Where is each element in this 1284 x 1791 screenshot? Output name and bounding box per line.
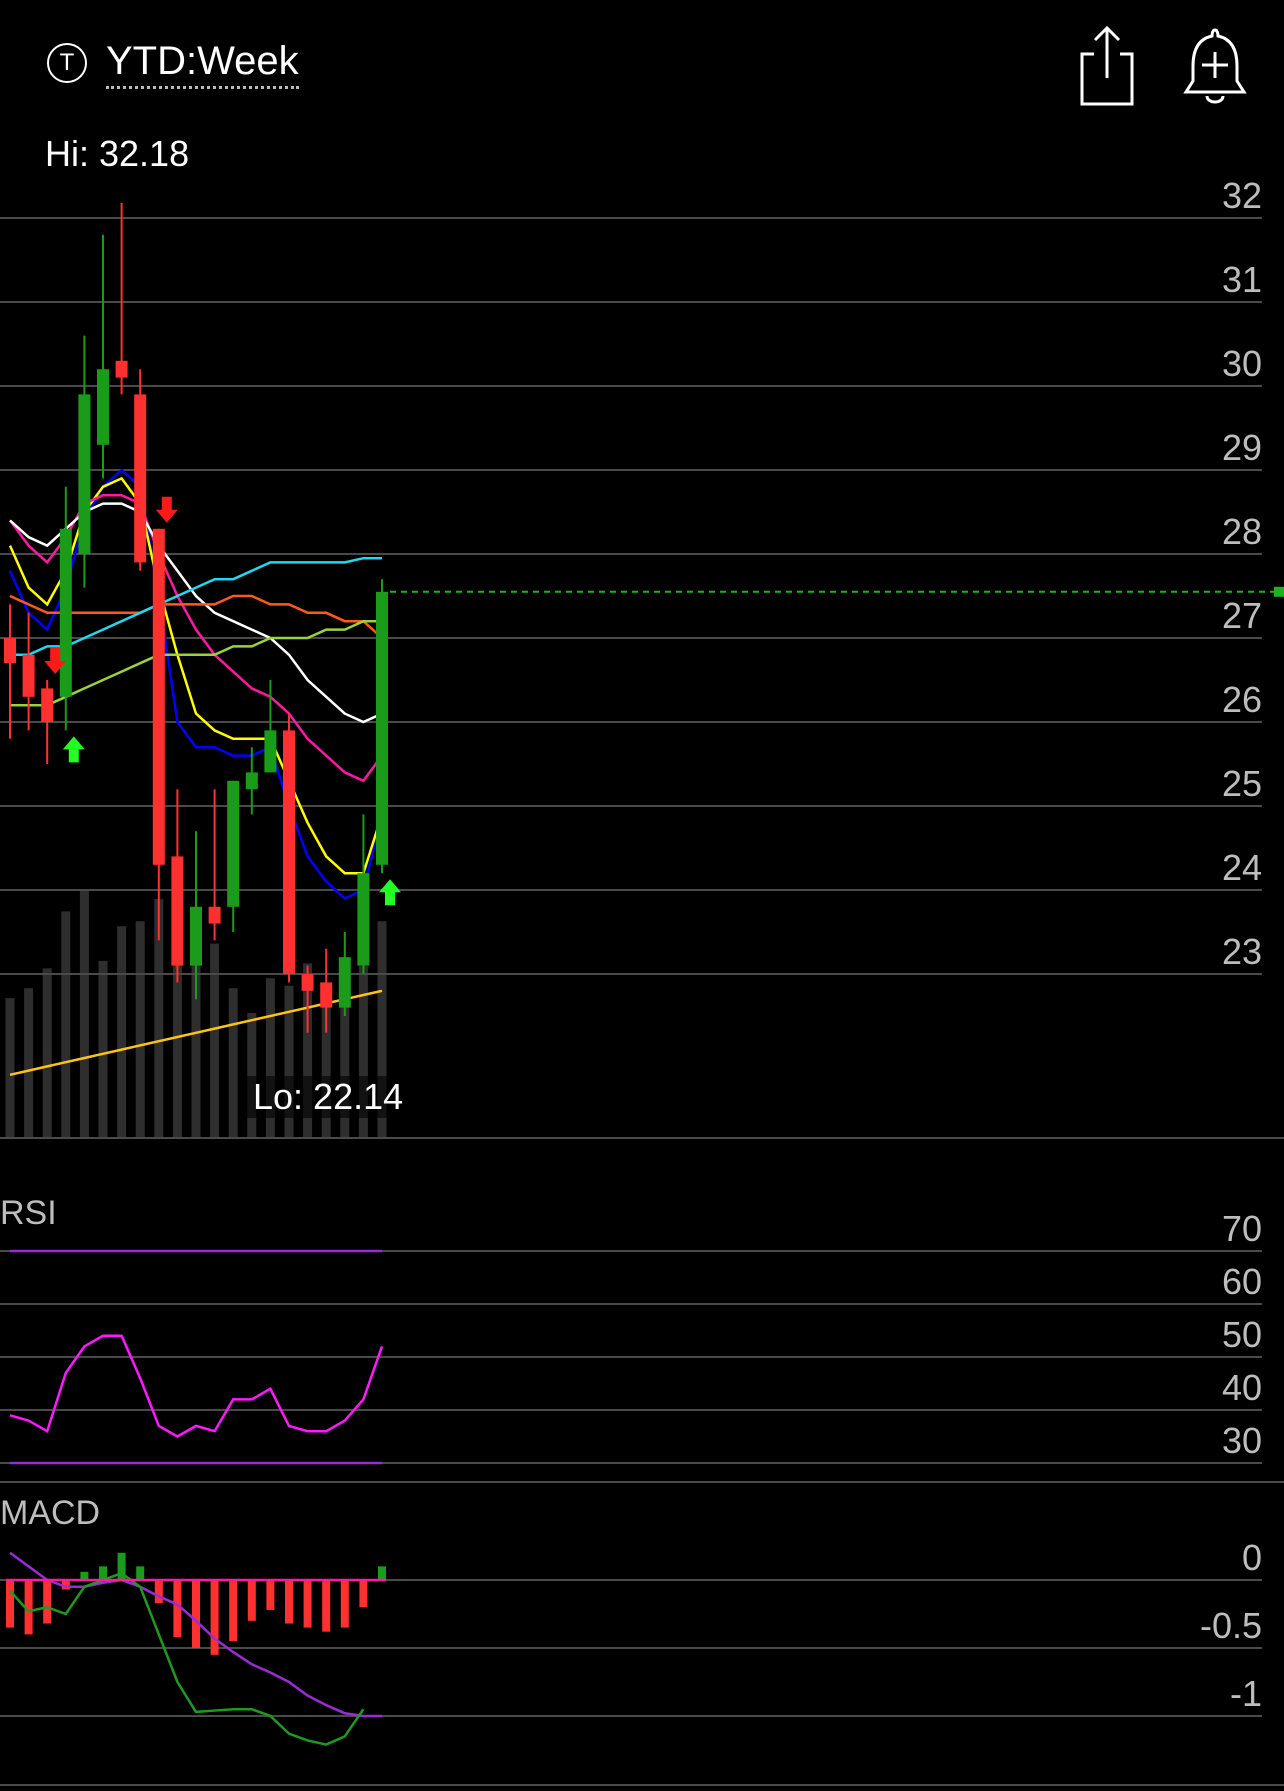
candle-body — [283, 730, 295, 974]
macd-histogram-bar — [303, 1580, 312, 1628]
macd-tick-label: 0 — [1242, 1537, 1262, 1578]
candle-body — [4, 638, 16, 664]
macd-histogram-bar — [266, 1580, 275, 1610]
candle-body — [376, 591, 388, 865]
volume-bar — [135, 921, 145, 1137]
price-chart[interactable]: 23 24 25 26 27 28 29 30 31 32 RSI 70 60 50 40 30 MACD 0 -0… — [0, 0, 1284, 1791]
candle-body — [97, 369, 109, 445]
candle-body — [338, 957, 351, 1008]
volume-bar — [61, 911, 71, 1137]
rsi-tick-label: 50 — [1222, 1314, 1262, 1355]
macd-histogram-bar — [136, 1566, 145, 1580]
macd-histogram-bar — [247, 1580, 256, 1621]
macd-tick-label: -1 — [1230, 1673, 1262, 1714]
candle-body — [134, 394, 147, 563]
price-tick-label: 30 — [1222, 343, 1262, 384]
macd-histogram-bar — [359, 1580, 368, 1608]
price-tick-label: 23 — [1222, 931, 1262, 972]
candle-body — [190, 906, 202, 966]
last-price-marker — [1274, 586, 1284, 597]
sell-signal-arrow — [155, 496, 178, 523]
volume-bar — [24, 988, 34, 1137]
candle-body — [59, 528, 72, 697]
macd-histogram-bar — [154, 1580, 163, 1604]
macd-histogram-bar — [322, 1580, 331, 1632]
macd-histogram-bar — [6, 1580, 14, 1628]
price-tick-label: 28 — [1222, 511, 1262, 552]
buy-signal-arrow — [62, 736, 85, 763]
candle-body — [152, 528, 165, 865]
macd-histogram-bar — [229, 1580, 238, 1642]
lo-label: Lo: 22.14 — [247, 1076, 410, 1118]
volume-bar — [228, 988, 238, 1137]
rsi-tick-label: 40 — [1222, 1367, 1262, 1408]
price-tick-label: 29 — [1222, 427, 1262, 468]
macd-histogram-bar — [340, 1580, 349, 1628]
volume-bar — [79, 889, 89, 1137]
candle-body — [227, 780, 240, 907]
macd-histogram-bar — [192, 1580, 200, 1648]
candle-body — [22, 654, 35, 697]
rsi-label: RSI — [0, 1194, 57, 1232]
buy-signal-arrow — [379, 879, 401, 906]
volume-bar — [247, 1013, 257, 1137]
candle-body — [357, 873, 370, 966]
volume-bar — [5, 998, 15, 1137]
rsi-line — [9, 1334, 384, 1438]
volume-bar — [210, 943, 220, 1137]
candle-body — [78, 394, 91, 554]
candle-body — [208, 906, 221, 924]
rsi-tick-label: 70 — [1222, 1208, 1262, 1249]
candle-body — [320, 982, 333, 1008]
price-tick-label: 31 — [1222, 259, 1262, 300]
price-tick-label: 26 — [1222, 679, 1262, 720]
macd-histogram-bar — [378, 1566, 386, 1580]
volume-bar — [98, 960, 108, 1137]
macd-histogram-bar — [210, 1580, 219, 1655]
macd-tick-label: -0.5 — [1200, 1605, 1262, 1646]
rsi-tick-label: 60 — [1222, 1261, 1262, 1302]
candle-body — [264, 730, 277, 773]
macd-label: MACD — [0, 1494, 100, 1532]
candle-body — [171, 856, 184, 966]
macd-histogram-bar — [285, 1580, 293, 1624]
price-tick-label: 25 — [1222, 763, 1262, 804]
price-tick-label: 24 — [1222, 847, 1262, 888]
price-tick-label: 27 — [1222, 595, 1262, 636]
volume-bar — [117, 926, 127, 1137]
rsi-tick-label: 30 — [1222, 1420, 1262, 1461]
price-tick-label: 32 — [1222, 175, 1262, 216]
macd-histogram-bar — [43, 1580, 52, 1624]
candle-body — [301, 974, 314, 991]
candle-body — [245, 772, 258, 790]
candle-body — [115, 360, 128, 378]
volume-bar — [42, 968, 52, 1137]
candle-body — [41, 688, 54, 722]
